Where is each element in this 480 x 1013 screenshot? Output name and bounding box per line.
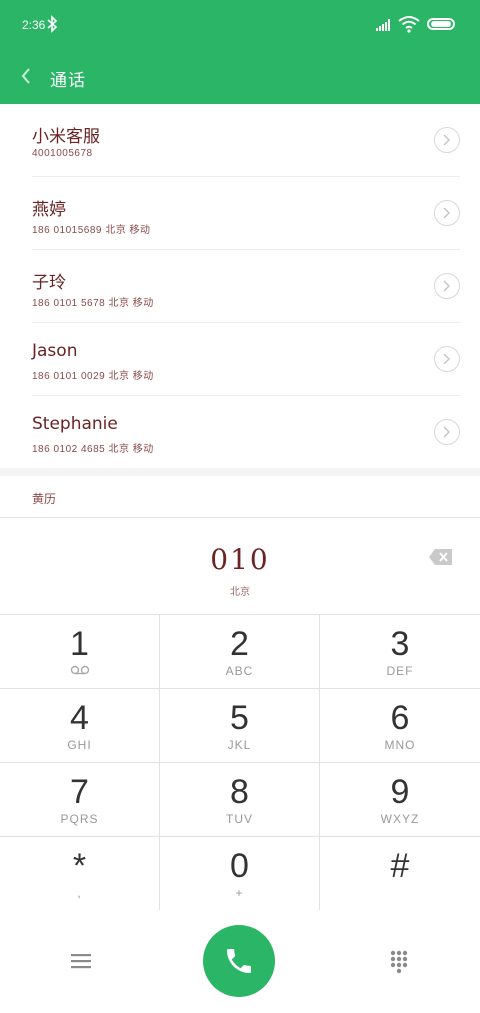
key-letters: ,	[77, 886, 82, 900]
back-button[interactable]	[14, 62, 42, 90]
bluetooth-icon	[47, 15, 58, 33]
key-digit: 8	[230, 773, 249, 811]
contact-name: Stephanie	[32, 414, 118, 434]
backspace-icon	[429, 549, 452, 565]
key-letters: ABC	[225, 664, 254, 678]
search-suggestion[interactable]: 黄历	[32, 490, 56, 507]
key-letters: JKL	[227, 738, 252, 752]
contact-detail: 186 0101 0029 北京 移动	[32, 371, 154, 382]
key-9[interactable]: 9 WXYZ	[320, 763, 480, 837]
key-5[interactable]: 5 JKL	[160, 689, 320, 763]
section-divider	[0, 468, 480, 476]
key-digit: *	[72, 847, 87, 885]
number-location: 北京	[230, 587, 250, 598]
bottom-action-bar	[0, 910, 480, 1013]
phone-icon	[227, 949, 251, 973]
divider	[0, 517, 480, 518]
key-digit: 9	[390, 773, 410, 811]
key-digit: 7	[70, 773, 89, 811]
contact-list: 小米客服 4001005678 燕婷 186 01015689 北京 移动 子玲…	[0, 104, 480, 469]
chevron-right-icon	[443, 426, 450, 438]
signal-icon	[376, 19, 390, 31]
voicemail-icon	[70, 665, 89, 675]
key-digit: 0	[230, 847, 249, 885]
back-arrow-icon	[21, 68, 30, 84]
contact-detail: 186 0102 4685 北京 移动	[32, 444, 154, 455]
key-3[interactable]: 3 DEF	[320, 615, 480, 689]
chevron-right-icon	[443, 207, 450, 219]
key-letters: MNO	[384, 738, 416, 752]
contact-detail: 186 01015689 北京 移动	[32, 225, 151, 236]
dialed-number: 010	[210, 543, 270, 576]
key-hash[interactable]: #	[320, 837, 480, 911]
key-digit: 3	[390, 625, 410, 663]
key-4[interactable]: 4 GHI	[0, 689, 160, 763]
contact-name: Jason	[32, 341, 78, 361]
contact-info-button[interactable]	[434, 127, 460, 153]
key-digit: 6	[390, 699, 410, 737]
contact-row[interactable]: 小米客服 4001005678	[0, 104, 480, 177]
contact-info-button[interactable]	[434, 200, 460, 226]
dialpad-toggle-button[interactable]	[389, 950, 409, 974]
key-letters: DEF	[386, 664, 414, 678]
contact-row[interactable]: 燕婷 186 01015689 北京 移动	[0, 177, 480, 250]
key-digit: 1	[70, 625, 89, 663]
key-digit: #	[390, 847, 410, 885]
key-letters: PQRS	[60, 812, 99, 826]
contact-info-button[interactable]	[434, 419, 460, 445]
key-2[interactable]: 2 ABC	[160, 615, 320, 689]
chevron-right-icon	[443, 353, 450, 365]
key-6[interactable]: 6 MNO	[320, 689, 480, 763]
key-letters: WXYZ	[380, 812, 420, 826]
chevron-right-icon	[443, 134, 450, 146]
contact-row[interactable]: 子玲 186 0101 5678 北京 移动	[0, 250, 480, 323]
contact-info-button[interactable]	[434, 273, 460, 299]
battery-icon	[427, 18, 455, 30]
page-title: 通话	[50, 71, 86, 90]
contact-info-button[interactable]	[434, 346, 460, 372]
chevron-right-icon	[443, 280, 450, 292]
key-digit: 5	[230, 699, 249, 737]
menu-icon	[71, 954, 91, 969]
contact-name: 小米客服	[32, 127, 100, 147]
key-8[interactable]: 8 TUV	[160, 763, 320, 837]
status-time: 2:36	[22, 18, 46, 32]
key-7[interactable]: 7 PQRS	[0, 763, 160, 837]
key-0[interactable]: 0 +	[160, 837, 320, 911]
backspace-button[interactable]	[428, 547, 454, 567]
menu-button[interactable]	[70, 952, 92, 970]
app-header: 2:36 通话	[0, 0, 480, 104]
key-star[interactable]: * ,	[0, 837, 160, 911]
contact-detail: 186 0101 5678 北京 移动	[32, 298, 154, 309]
key-1[interactable]: 1	[0, 615, 160, 689]
key-digit: 2	[230, 625, 249, 663]
key-letters: +	[235, 886, 244, 900]
call-button[interactable]	[203, 925, 275, 997]
contact-row[interactable]: Jason 186 0101 0029 北京 移动	[0, 323, 480, 396]
contact-name: 子玲	[32, 273, 66, 293]
dial-keypad: 1 2 ABC 3 DEF 4 GHI 5 JKL 6 MNO 7 PQRS 8…	[0, 614, 480, 911]
key-letters: TUV	[226, 812, 253, 826]
dialpad-icon	[390, 950, 408, 974]
contact-detail: 4001005678	[32, 148, 93, 159]
key-digit: 4	[70, 699, 89, 737]
contact-name: 燕婷	[32, 200, 66, 220]
contact-row[interactable]: Stephanie 186 0102 4685 北京 移动	[0, 396, 480, 469]
key-letters: GHI	[67, 738, 92, 752]
wifi-icon	[398, 16, 420, 33]
